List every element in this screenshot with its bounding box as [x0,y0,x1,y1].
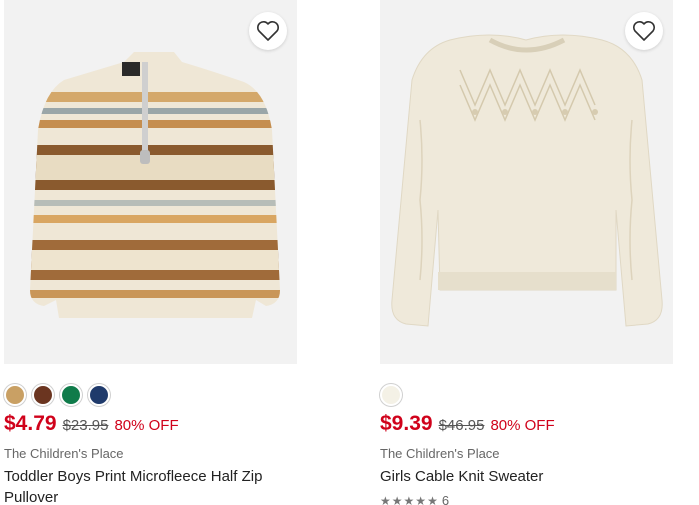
product-title-link[interactable]: Girls Cable Knit Sweater [380,466,675,487]
brand-name: The Children's Place [4,446,124,461]
discount-label: 80% OFF [114,417,179,434]
star-icon: ★ [380,493,391,505]
discount-label: 80% OFF [490,417,555,434]
product-image[interactable] [380,0,673,364]
product-card[interactable]: $9.39 $46.95 80% OFF The Children's Plac… [380,0,675,505]
sweater-image [391,34,663,327]
star-icon: ★ [415,493,427,505]
color-swatches [4,384,299,406]
original-price: $46.95 [438,417,485,434]
star-icon: ★ [427,493,438,505]
rating[interactable]: ★ ★ ★ ★ ★ 6 [380,493,675,505]
product-card[interactable]: $4.79 $23.95 80% OFF The Children's Plac… [4,0,299,505]
color-swatch[interactable] [32,384,54,406]
sale-price: $9.39 [380,412,433,435]
color-swatch[interactable] [380,384,402,406]
heart-outline-icon [633,21,655,41]
favorite-button[interactable] [625,12,663,50]
color-swatch[interactable] [4,384,26,406]
price-row: $4.79 $23.95 80% OFF [4,412,299,438]
favorite-button[interactable] [249,12,287,50]
review-count: 6 [441,493,450,505]
color-swatches [380,384,675,406]
product-title-link[interactable]: Toddler Boys Print Microfleece Half Zip … [4,466,299,505]
brand-name: The Children's Place [380,446,500,461]
star-icon: ★ [403,493,415,505]
sale-price: $4.79 [4,412,57,435]
pullover-image [30,52,280,318]
price-row: $9.39 $46.95 80% OFF [380,412,675,438]
star-icon: ★ [391,493,403,505]
original-price: $23.95 [62,417,109,434]
color-swatch[interactable] [88,384,110,406]
color-swatch[interactable] [60,384,82,406]
heart-outline-icon [257,21,279,41]
product-image[interactable] [4,0,297,364]
